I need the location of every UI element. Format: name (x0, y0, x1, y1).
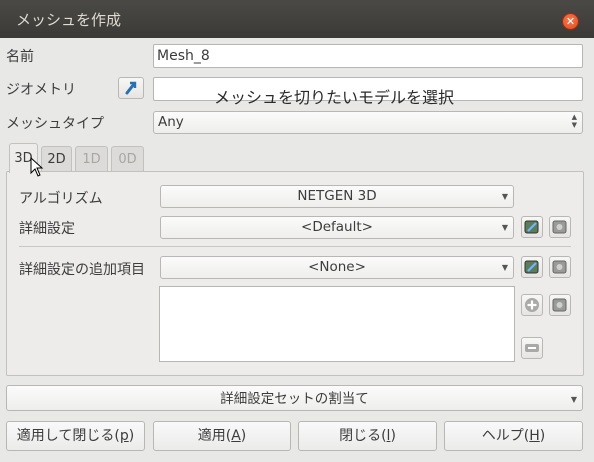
apply-button[interactable]: 適用(A) (153, 421, 291, 451)
add-hypothesis-button[interactable] (521, 294, 543, 316)
edit-hypothesis-icon (524, 220, 539, 234)
arrow-select-icon (125, 81, 137, 95)
mesh-type-select[interactable]: Any ▲ ▼ (153, 111, 583, 134)
apply-and-close-mnemonic: p (119, 428, 129, 444)
help-suffix: ) (539, 428, 546, 444)
assign-hypothesis-set-label: 詳細設定セットの割当て (220, 391, 369, 407)
name-field[interactable]: Mesh_8 (153, 44, 583, 68)
assign-hypothesis-set-button[interactable]: 詳細設定セットの割当て ▼ (6, 385, 583, 411)
mouse-cursor-icon (30, 157, 44, 177)
list-settings-button[interactable] (549, 294, 571, 316)
close-suffix: ) (390, 428, 396, 444)
plus-icon (525, 298, 539, 312)
tab-0d[interactable]: 0D (111, 146, 144, 172)
close-icon[interactable]: ✕ (562, 13, 579, 30)
algorithm-value: NETGEN 3D (297, 188, 377, 204)
edit-hypothesis-icon (524, 260, 539, 274)
hypothesis-settings-button[interactable] (549, 216, 571, 238)
hypothesis-label: 詳細設定 (19, 221, 75, 237)
additional-hypothesis-settings-button[interactable] (549, 256, 571, 278)
close-button[interactable]: 閉じる(l) (298, 421, 437, 451)
apply-and-close-button[interactable]: 適用して閉じる(p) (6, 421, 145, 451)
gear-icon (552, 260, 567, 274)
edit-additional-hypothesis-button[interactable] (521, 256, 543, 278)
algorithm-select[interactable]: NETGEN 3D ▼ (160, 185, 514, 208)
tab-2d[interactable]: 2D (41, 146, 72, 172)
window-title: メッシュを作成 (16, 11, 122, 29)
chevron-down-icon: ▼ (501, 263, 508, 272)
gear-icon (552, 298, 567, 312)
additional-hypothesis-value: <None> (308, 259, 366, 275)
apply-suffix: ) (240, 428, 247, 444)
help-label: ヘルプ( (481, 428, 530, 444)
apply-and-close-suffix: ) (128, 428, 135, 444)
additional-hypothesis-label: 詳細設定の追加項目 (19, 262, 145, 278)
apply-mnemonic: A (231, 428, 241, 444)
edit-hypothesis-button[interactable] (521, 216, 543, 238)
geometry-hint-overlay: メッシュを切りたいモデルを選択 (214, 88, 455, 107)
name-label: 名前 (6, 49, 34, 65)
tab-1d[interactable]: 1D (75, 146, 108, 172)
geometry-label: ジオメトリ (6, 82, 76, 98)
chevron-down-icon: ▼ (570, 395, 577, 404)
algorithm-label: アルゴリズム (19, 191, 103, 207)
chevron-down-icon: ▼ (501, 192, 508, 201)
spin-arrows-icon: ▲ ▼ (571, 113, 577, 129)
title-bar: メッシュを作成 (0, 0, 594, 38)
apply-and-close-label: 適用して閉じる( (16, 428, 120, 444)
close-label: 閉じる( (339, 428, 387, 444)
additional-hypothesis-select[interactable]: <None> ▼ (160, 256, 514, 279)
remove-hypothesis-button[interactable] (521, 337, 543, 359)
help-button[interactable]: ヘルプ(H) (444, 421, 583, 451)
chevron-down-icon: ▼ (501, 223, 508, 232)
hypothesis-select[interactable]: <Default> ▼ (160, 216, 514, 239)
hypothesis-value: <Default> (301, 219, 373, 235)
apply-label: 適用( (197, 428, 232, 444)
help-mnemonic: H (529, 428, 540, 444)
mesh-type-label: メッシュタイプ (6, 116, 104, 132)
select-geometry-button[interactable] (118, 77, 144, 99)
minus-icon (525, 344, 539, 352)
gear-icon (552, 220, 567, 234)
separator (19, 246, 571, 247)
mesh-type-value: Any (158, 114, 184, 130)
additional-hypotheses-list[interactable] (159, 286, 515, 362)
